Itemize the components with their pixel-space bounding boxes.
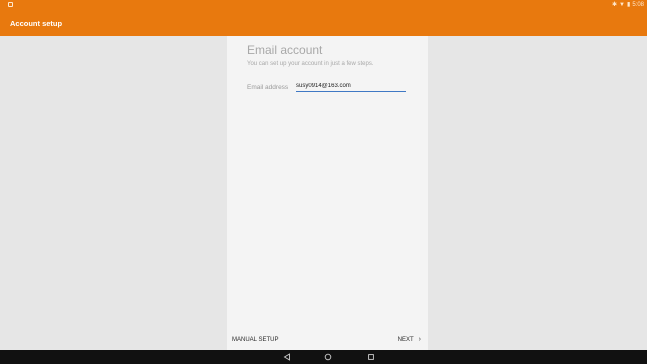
status-icons: ✱ ▼ ▮ 5:08 <box>612 1 644 9</box>
card-subtitle: You can set up your account in just a fe… <box>247 61 374 67</box>
status-bar: ✱ ▼ ▮ 5:08 <box>0 0 647 12</box>
chevron-right-icon: › <box>418 336 421 343</box>
notification-icon <box>8 2 13 7</box>
back-icon[interactable] <box>283 353 291 361</box>
manual-setup-button[interactable]: MANUAL SETUP <box>232 336 278 344</box>
email-field[interactable] <box>296 81 406 92</box>
recent-apps-icon[interactable] <box>367 353 375 361</box>
status-time: 5:08 <box>632 2 644 8</box>
next-button[interactable]: NEXT › <box>398 336 421 344</box>
action-bar: Account setup <box>0 12 647 36</box>
battery-icon: ▮ <box>627 2 631 8</box>
page-title: Account setup <box>10 19 63 28</box>
home-icon[interactable] <box>324 353 332 361</box>
bluetooth-icon: ✱ <box>612 2 618 8</box>
card-title: Email account <box>247 43 323 57</box>
wifi-icon: ▼ <box>619 2 625 8</box>
screen: ✱ ▼ ▮ 5:08 Account setup Email account Y… <box>0 0 647 364</box>
next-label: NEXT <box>397 337 414 343</box>
email-setup-card: Email account You can set up your accoun… <box>227 36 428 350</box>
navigation-bar <box>0 350 647 364</box>
email-label: Email address <box>247 84 289 91</box>
